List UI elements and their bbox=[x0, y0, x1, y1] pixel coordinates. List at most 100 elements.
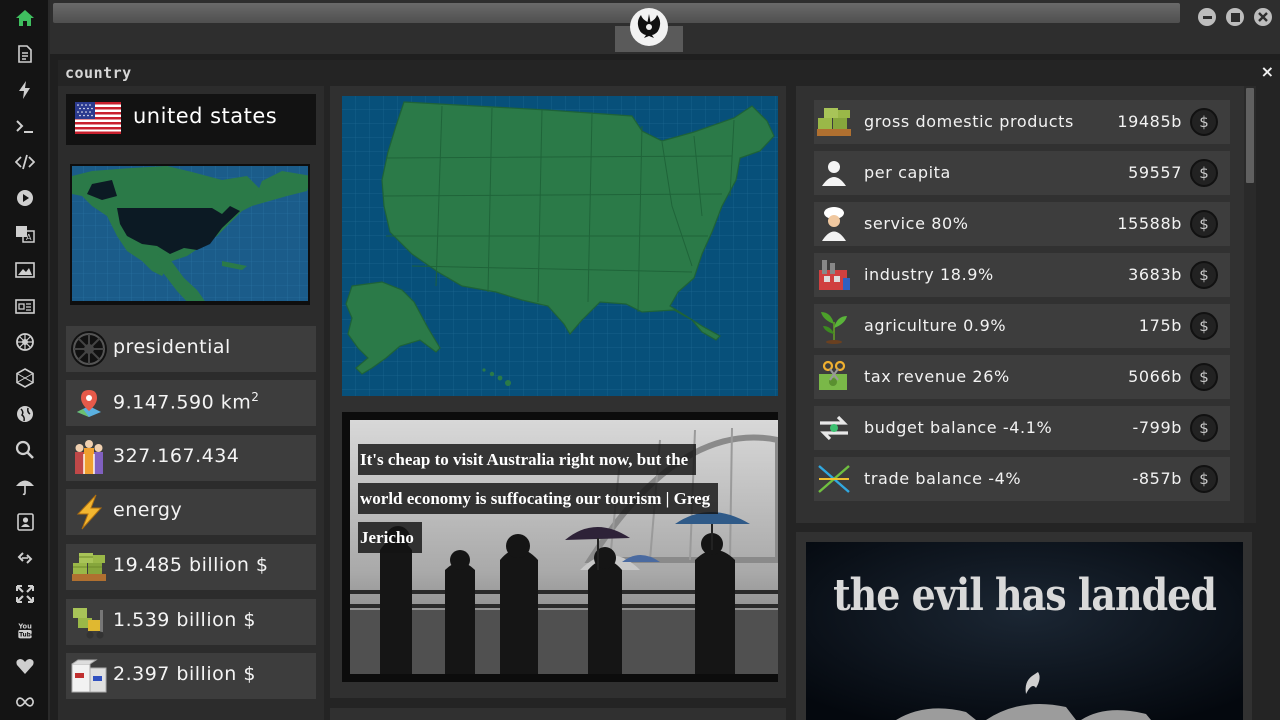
news-icon[interactable] bbox=[13, 294, 37, 318]
gdp-row: 19.485 billion $ bbox=[66, 544, 316, 590]
maximize-button[interactable] bbox=[1226, 8, 1244, 26]
money-forklift-icon bbox=[70, 603, 108, 641]
stat-value: 175b bbox=[1138, 316, 1182, 335]
stat-value: 59557 bbox=[1128, 163, 1182, 182]
document-icon[interactable] bbox=[13, 42, 37, 66]
link-icon[interactable] bbox=[13, 546, 37, 570]
dollar-coin-icon[interactable]: $ bbox=[1190, 414, 1218, 442]
code-icon[interactable] bbox=[13, 150, 37, 174]
stat-row: tax revenue 26% 5066b $ bbox=[814, 355, 1230, 399]
dollar-coin-icon[interactable]: $ bbox=[1190, 210, 1218, 238]
area-row: 9.147.590 km2 bbox=[66, 380, 316, 426]
hexagon-icon[interactable] bbox=[13, 366, 37, 390]
tax-scissors-icon bbox=[814, 359, 854, 395]
trade-cross-icon bbox=[814, 461, 854, 497]
stat-label: per capita bbox=[864, 163, 951, 182]
stat-row: agriculture 0.9% 175b $ bbox=[814, 304, 1230, 348]
svg-text:Tube: Tube bbox=[19, 633, 35, 639]
infinity-icon[interactable] bbox=[13, 690, 37, 714]
translate-icon[interactable]: A bbox=[13, 222, 37, 246]
image-icon[interactable] bbox=[13, 258, 37, 282]
government-row: presidential bbox=[66, 326, 316, 372]
dollar-coin-icon[interactable]: $ bbox=[1190, 363, 1218, 391]
country-name: united states bbox=[133, 104, 278, 128]
terminal-icon[interactable] bbox=[13, 114, 37, 138]
person-icon bbox=[814, 155, 854, 191]
lightning-icon bbox=[70, 493, 108, 531]
stat-label: trade balance -4% bbox=[864, 469, 1022, 488]
stat-value: -857b bbox=[1132, 469, 1182, 488]
stat-value: 15588b bbox=[1117, 214, 1182, 233]
stat-row: industry 18.9% 3683b $ bbox=[814, 253, 1230, 297]
chef-icon bbox=[814, 206, 854, 242]
middle-column-next bbox=[330, 708, 786, 720]
energy-row: energy bbox=[66, 489, 316, 535]
youtube-icon[interactable]: You Tube bbox=[13, 618, 37, 642]
stat-label: budget balance -4.1% bbox=[864, 418, 1053, 437]
news-card[interactable]: It's cheap to visit Australia right now,… bbox=[342, 412, 778, 682]
stat-value: 19485b bbox=[1117, 112, 1182, 131]
minimize-button[interactable] bbox=[1198, 8, 1216, 26]
money-stack-icon bbox=[70, 548, 108, 586]
factory-icon bbox=[814, 257, 854, 293]
globe-icon[interactable] bbox=[13, 402, 37, 426]
stat-label: industry 18.9% bbox=[864, 265, 994, 284]
svg-text:You: You bbox=[17, 622, 32, 630]
dollar-coin-icon[interactable]: $ bbox=[1190, 108, 1218, 136]
news-headline[interactable]: It's cheap to visit Australia right now,… bbox=[358, 440, 719, 557]
dollar-coin-icon[interactable]: $ bbox=[1190, 312, 1218, 340]
stat-row: budget balance -4.1% -799b $ bbox=[814, 406, 1230, 450]
country-locator-map[interactable] bbox=[70, 164, 310, 305]
plant-icon bbox=[814, 308, 854, 344]
country-map[interactable] bbox=[342, 96, 778, 396]
country-header: united states bbox=[66, 94, 316, 145]
exports-row: 1.539 billion $ bbox=[66, 599, 316, 645]
cargo-boxes-icon bbox=[70, 657, 108, 695]
panel-close-button[interactable]: × bbox=[1261, 62, 1274, 81]
energy-label: energy bbox=[113, 499, 183, 521]
svg-text:A: A bbox=[26, 233, 32, 242]
stat-label: gross domestic products bbox=[864, 112, 1074, 131]
news-photo: It's cheap to visit Australia right now,… bbox=[350, 420, 778, 674]
umbrella-icon[interactable] bbox=[13, 474, 37, 498]
country-panel: country × united states presidential 9.1… bbox=[58, 60, 1280, 720]
exports-value: 1.539 billion $ bbox=[113, 609, 256, 631]
stat-row: gross domestic products 19485b $ bbox=[814, 100, 1230, 144]
empire-icon[interactable] bbox=[13, 330, 37, 354]
balance-arrows-icon bbox=[814, 410, 854, 446]
us-flag-icon bbox=[75, 102, 121, 134]
expand-icon[interactable] bbox=[13, 582, 37, 606]
government-type: presidential bbox=[113, 336, 231, 358]
population-row: 327.167.434 bbox=[66, 435, 316, 481]
contact-icon[interactable] bbox=[13, 510, 37, 534]
economy-stats-panel: gross domestic products 19485b $ per capita… bbox=[796, 86, 1256, 523]
close-window-button[interactable] bbox=[1254, 8, 1272, 26]
population-value: 327.167.434 bbox=[113, 445, 240, 467]
scrollbar-thumb[interactable] bbox=[1246, 88, 1254, 183]
imperial-emblem-icon bbox=[70, 330, 108, 368]
window-titlebar bbox=[50, 0, 1280, 54]
bolt-icon[interactable] bbox=[13, 78, 37, 102]
advertisement-text: the evil has landed bbox=[833, 568, 1217, 621]
map-pin-icon bbox=[70, 384, 108, 422]
heart-icon[interactable] bbox=[13, 654, 37, 678]
dollar-coin-icon[interactable]: $ bbox=[1190, 261, 1218, 289]
stat-value: 3683b bbox=[1128, 265, 1182, 284]
gdp-value: 19.485 billion $ bbox=[113, 554, 269, 576]
title-field[interactable] bbox=[53, 3, 1180, 23]
dollar-coin-icon[interactable]: $ bbox=[1190, 159, 1218, 187]
rebel-alliance-icon[interactable] bbox=[630, 8, 668, 46]
stat-row: per capita 59557 $ bbox=[814, 151, 1230, 195]
imports-value: 2.397 billion $ bbox=[113, 663, 256, 685]
population-icon bbox=[70, 439, 108, 477]
stat-value: 5066b bbox=[1128, 367, 1182, 386]
home-icon[interactable] bbox=[13, 6, 37, 30]
play-icon[interactable] bbox=[13, 186, 37, 210]
dollar-coin-icon[interactable]: $ bbox=[1190, 465, 1218, 493]
imports-row: 2.397 billion $ bbox=[66, 653, 316, 699]
stats-scrollbar[interactable] bbox=[1244, 86, 1256, 523]
advertisement-banner[interactable]: the evil has landed bbox=[806, 542, 1243, 720]
stat-row: trade balance -4% -857b $ bbox=[814, 457, 1230, 501]
stat-row: service 80% 15588b $ bbox=[814, 202, 1230, 246]
search-icon[interactable] bbox=[13, 438, 37, 462]
